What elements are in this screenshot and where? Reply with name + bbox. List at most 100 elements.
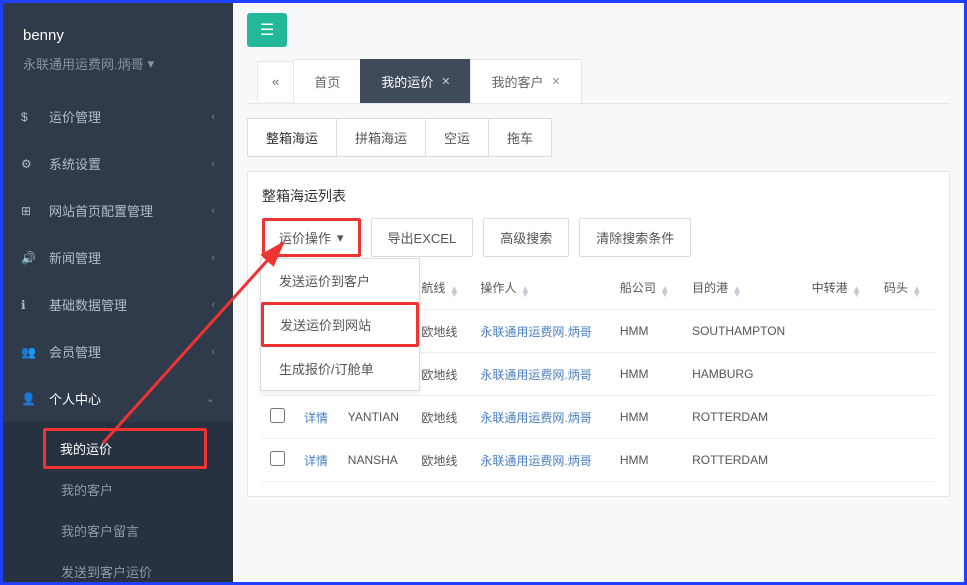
- cell-dest: HAMBURG: [684, 353, 804, 396]
- cell-pol: NANSHA: [340, 439, 414, 482]
- row-checkbox[interactable]: [270, 408, 285, 423]
- sidebar: benny 永联通用运费网.炳哥 ▾ $运价管理‹ ⚙系统设置‹ ⊞网站首页配置…: [3, 3, 233, 582]
- operator-link[interactable]: 永联通用运费网.炳哥: [480, 411, 591, 425]
- freight-action-menu: 发送运价到客户 发送运价到网站 生成报价/订舱单: [260, 258, 420, 391]
- export-excel-button[interactable]: 导出EXCEL: [371, 218, 474, 257]
- col-carrier[interactable]: 船公司▲▼: [612, 267, 684, 310]
- detail-link[interactable]: 详情: [304, 411, 328, 425]
- row-checkbox[interactable]: [270, 451, 285, 466]
- cell-dock: [876, 353, 935, 396]
- operator-link[interactable]: 永联通用运费网.炳哥: [480, 325, 591, 339]
- cell-route: 欧地线: [413, 439, 472, 482]
- ship-type-tabs: 整箱海运 拼箱海运 空运 拖车: [247, 118, 950, 157]
- nav-personal[interactable]: 👤个人中心⌄: [3, 375, 233, 422]
- nav-list: $运价管理‹ ⚙系统设置‹ ⊞网站首页配置管理‹ 🔊新闻管理‹ ℹ基础数据管理‹…: [3, 93, 233, 422]
- cell-carrier: HMM: [612, 396, 684, 439]
- sort-icon: ▲▼: [660, 287, 670, 297]
- tab-home[interactable]: 首页: [293, 59, 361, 103]
- nav-homepage-config[interactable]: ⊞网站首页配置管理‹: [3, 187, 233, 234]
- shiptab-truck[interactable]: 拖车: [488, 118, 552, 157]
- users-icon: 👥: [21, 345, 37, 359]
- tab-my-customers[interactable]: 我的客户✕: [470, 59, 581, 103]
- col-dest[interactable]: 目的港▲▼: [684, 267, 804, 310]
- nav-basedata[interactable]: ℹ基础数据管理‹: [3, 281, 233, 328]
- cell-dest: ROTTERDAM: [684, 439, 804, 482]
- cell-transit: [804, 353, 876, 396]
- detail-link[interactable]: 详情: [304, 454, 328, 468]
- caret-down-icon: ▾: [337, 230, 344, 246]
- nav-news[interactable]: 🔊新闻管理‹: [3, 234, 233, 281]
- panel-title: 整箱海运列表: [262, 186, 935, 206]
- chevron-left-icon: ‹: [211, 299, 215, 311]
- action-bar: 运价操作▾ 导出EXCEL 高级搜索 清除搜索条件 发送运价到客户 发送运价到网…: [262, 218, 935, 257]
- double-chevron-left-icon: «: [272, 74, 279, 89]
- tab-my-freight[interactable]: 我的运价✕: [360, 59, 471, 103]
- grid-icon: ⊞: [21, 204, 37, 218]
- cell-pol: YANTIAN: [340, 396, 414, 439]
- nav-freight[interactable]: $运价管理‹: [3, 93, 233, 140]
- cell-carrier: HMM: [612, 439, 684, 482]
- cell-route: 欧地线: [413, 310, 472, 353]
- close-icon[interactable]: ✕: [441, 75, 450, 88]
- clear-search-button[interactable]: 清除搜索条件: [579, 218, 691, 257]
- info-icon: ℹ: [21, 298, 37, 312]
- brand-subtitle[interactable]: 永联通用运费网.炳哥 ▾: [23, 54, 213, 73]
- sort-icon: ▲▼: [912, 287, 922, 297]
- chevron-left-icon: ‹: [211, 205, 215, 217]
- sort-icon: ▲▼: [520, 287, 530, 297]
- col-operator[interactable]: 操作人▲▼: [472, 267, 612, 310]
- col-dock[interactable]: 码头▲▼: [876, 267, 935, 310]
- table-row: 详情 NANSHA欧地线永联通用运费网.炳哥 HMMROTTERDAM: [262, 439, 935, 482]
- cell-dock: [876, 396, 935, 439]
- sort-icon: ▲▼: [449, 287, 459, 297]
- advanced-search-button[interactable]: 高级搜索: [483, 218, 569, 257]
- cell-transit: [804, 310, 876, 353]
- subnav-list: 我的运价 我的客户 我的客户留言 发送到客户运价: [3, 422, 233, 585]
- hamburger-button[interactable]: ☰: [247, 13, 287, 47]
- chevron-left-icon: ‹: [211, 346, 215, 358]
- cell-transit: [804, 439, 876, 482]
- sort-icon: ▲▼: [852, 287, 862, 297]
- cell-dock: [876, 310, 935, 353]
- chevron-left-icon: ‹: [211, 158, 215, 170]
- shiptab-air[interactable]: 空运: [425, 118, 489, 157]
- cell-route: 欧地线: [413, 353, 472, 396]
- subnav-customer-messages[interactable]: 我的客户留言: [3, 510, 233, 551]
- gear-icon: ⚙: [21, 157, 37, 171]
- menu-generate-quote[interactable]: 生成报价/订舱单: [261, 347, 419, 390]
- nav-members[interactable]: 👥会员管理‹: [3, 328, 233, 375]
- chevron-left-icon: ‹: [211, 111, 215, 123]
- speaker-icon: 🔊: [21, 251, 37, 265]
- list-panel: 整箱海运列表 运价操作▾ 导出EXCEL 高级搜索 清除搜索条件 发送运价到客户…: [247, 171, 950, 497]
- subnav-send-freight[interactable]: 发送到客户运价: [3, 551, 233, 585]
- cell-dest: SOUTHAMPTON: [684, 310, 804, 353]
- table-row: 详情YANTIAN欧地线永联通用运费网.炳哥HMMROTTERDAM: [262, 396, 935, 439]
- content-area: 整箱海运 拼箱海运 空运 拖车 整箱海运列表 运价操作▾ 导出EXCEL 高级搜…: [233, 104, 964, 582]
- shiptab-fcl[interactable]: 整箱海运: [247, 118, 337, 157]
- freight-action-dropdown[interactable]: 运价操作▾: [262, 218, 361, 257]
- menu-send-to-customer[interactable]: 发送运价到客户: [261, 259, 419, 302]
- operator-link[interactable]: 永联通用运费网.炳哥: [480, 368, 591, 382]
- cell-dock: [876, 439, 935, 482]
- brand-block: benny 永联通用运费网.炳哥 ▾: [3, 3, 233, 93]
- subnav-my-customers[interactable]: 我的客户: [3, 469, 233, 510]
- chevron-left-icon: ‹: [211, 252, 215, 264]
- tabs-back-button[interactable]: «: [257, 61, 294, 101]
- cell-carrier: HMM: [612, 310, 684, 353]
- user-icon: 👤: [21, 392, 37, 406]
- menu-send-to-website[interactable]: 发送运价到网站: [261, 302, 419, 347]
- shiptab-lcl[interactable]: 拼箱海运: [336, 118, 426, 157]
- col-route[interactable]: 航线▲▼: [413, 267, 472, 310]
- menu-icon: ☰: [260, 20, 274, 40]
- tab-bar: « 首页 我的运价✕ 我的客户✕: [247, 59, 950, 104]
- operator-link[interactable]: 永联通用运费网.炳哥: [480, 454, 591, 468]
- col-transit[interactable]: 中转港▲▼: [804, 267, 876, 310]
- subnav-my-freight[interactable]: 我的运价: [43, 428, 207, 469]
- cell-carrier: HMM: [612, 353, 684, 396]
- sort-icon: ▲▼: [732, 287, 742, 297]
- cell-dest: ROTTERDAM: [684, 396, 804, 439]
- nav-system[interactable]: ⚙系统设置‹: [3, 140, 233, 187]
- caret-down-icon: ▾: [148, 56, 155, 72]
- close-icon[interactable]: ✕: [552, 75, 561, 88]
- main-area: ☰ « 首页 我的运价✕ 我的客户✕ 整箱海运 拼箱海运 空运 拖车 整箱海运列…: [233, 3, 964, 582]
